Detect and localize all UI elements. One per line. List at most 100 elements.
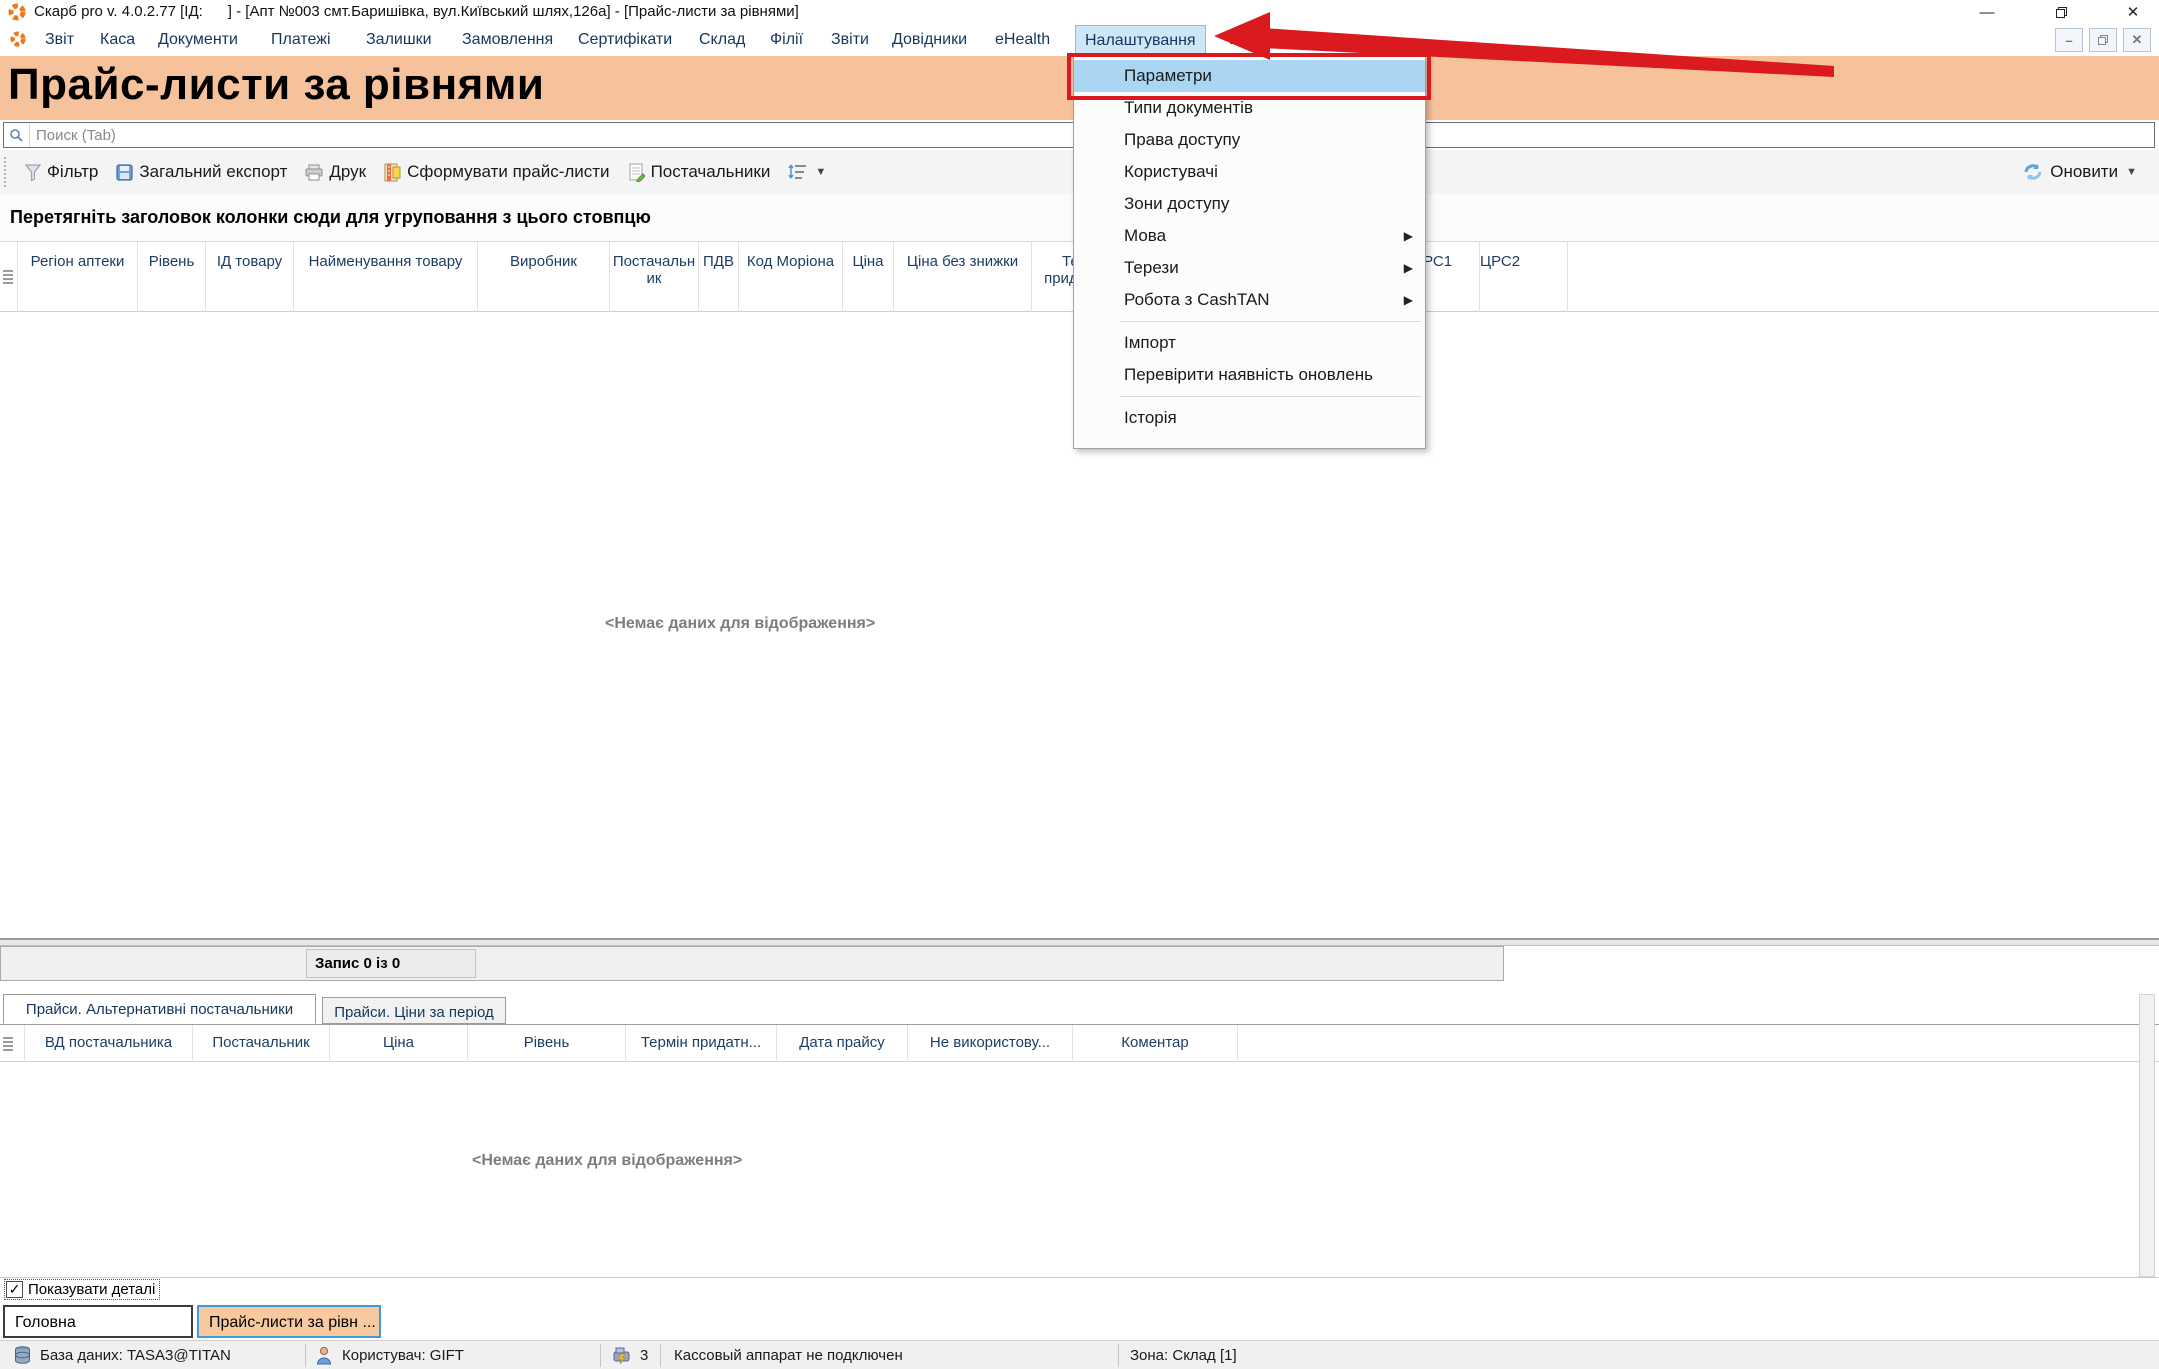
row-selector-header[interactable] <box>0 242 18 312</box>
menu-separator <box>1120 321 1421 322</box>
detail-column-tsina[interactable]: Ціна <box>330 1025 468 1063</box>
menu-zvity[interactable]: Звіти <box>831 24 869 56</box>
detail-row-selector-header[interactable] <box>0 1025 25 1063</box>
filter-button[interactable]: Фільтр <box>16 154 107 190</box>
minimize-button[interactable]: — <box>1972 0 2002 24</box>
generate-pricelists-button[interactable]: Сформувати прайс-листи <box>375 154 618 190</box>
menu-nalashtuvannia[interactable]: Налаштування <box>1075 25 1206 57</box>
menu-item-typy-dokumentiv[interactable]: Типи документів <box>1074 92 1425 124</box>
column-header-moriona[interactable]: Код Моріона <box>739 242 843 312</box>
detail-column-vd[interactable]: ВД постачальника <box>25 1025 193 1063</box>
close-button[interactable]: ✕ <box>2118 0 2148 24</box>
column-header-riven[interactable]: Рівень <box>138 242 206 312</box>
zone-status: Зона: Склад [1] <box>1130 1341 1237 1369</box>
export-button[interactable]: Загальний експорт <box>107 154 296 190</box>
column-header-tsrs2[interactable]: ЦРС2 <box>1480 242 1568 312</box>
detail-grid-selector-icon <box>3 1037 13 1051</box>
menu-item-check-updates[interactable]: Перевірити наявність оновлень <box>1074 359 1425 391</box>
menu-item-import[interactable]: Імпорт <box>1074 327 1425 359</box>
submenu-arrow-icon: ▶ <box>1404 252 1413 284</box>
column-header-vyrobnyk[interactable]: Виробник <box>478 242 610 312</box>
column-header-region[interactable]: Регіон аптеки <box>18 242 138 312</box>
menu-bar: Звіт Каса Документи Платежі Залишки Замо… <box>0 24 2159 56</box>
group-by-hint: Перетягніть заголовок колонки сюди для у… <box>0 207 651 228</box>
column-header-id[interactable]: ІД товару <box>206 242 294 312</box>
export-label: Загальний експорт <box>139 162 287 182</box>
menu-item-label: Терези <box>1124 258 1179 277</box>
menu-item-terezy[interactable]: Терези ▶ <box>1074 252 1425 284</box>
menu-kasa[interactable]: Каса <box>100 24 135 56</box>
statusbar-separator <box>305 1344 306 1367</box>
menu-sklad[interactable]: Склад <box>699 24 745 56</box>
menu-zalyshky[interactable]: Залишки <box>366 24 432 56</box>
window-tab-pricelists[interactable]: Прайс-листи за рівн ... <box>197 1305 381 1338</box>
refresh-button[interactable]: Оновити ▼ <box>2022 150 2137 194</box>
menu-vikna[interactable]: Вікна <box>1229 24 1268 56</box>
menu-sertyfikaty[interactable]: Сертифікати <box>578 24 672 56</box>
suppliers-button[interactable]: Постачальники <box>619 154 780 190</box>
refresh-icon <box>2022 162 2044 182</box>
page-title: Прайс-листи за рівнями <box>8 60 544 110</box>
checkbox-checked-icon: ✓ <box>6 1281 23 1298</box>
menu-item-korystuvachi[interactable]: Користувачі <box>1074 156 1425 188</box>
show-details-label: Показувати деталі <box>28 1281 155 1298</box>
database-status: База даних: TASA3@TITAN <box>40 1341 231 1369</box>
menu-item-parametry[interactable]: Параметри <box>1074 60 1425 92</box>
print-label: Друк <box>329 162 366 182</box>
database-icon <box>14 1346 31 1369</box>
menu-dovidnyky[interactable]: Довідники <box>892 24 967 56</box>
window-tab-home[interactable]: Головна <box>3 1305 193 1338</box>
column-header-name[interactable]: Найменування товару <box>294 242 478 312</box>
detail-column-data[interactable]: Дата прайсу <box>777 1025 908 1063</box>
menu-item-mova[interactable]: Мова▶ <box>1074 220 1425 252</box>
menu-item-prava-dostupu[interactable]: Права доступу <box>1074 124 1425 156</box>
menu-filii[interactable]: Філії <box>770 24 803 56</box>
menu-dokumenty[interactable]: Документи <box>158 24 238 56</box>
user-icon <box>316 1346 332 1369</box>
column-header-tsina[interactable]: Ціна <box>843 242 894 312</box>
column-header-tsina-bez[interactable]: Ціна без знижки <box>894 242 1032 312</box>
submenu-arrow-icon: ▶ <box>1404 220 1413 252</box>
grid-empty-message: <Немає даних для відображення> <box>605 615 875 633</box>
column-header-pdv[interactable]: ПДВ <box>699 242 739 312</box>
menu-separator <box>1120 396 1421 397</box>
menu-zamovlennia[interactable]: Замовлення <box>462 24 553 56</box>
list-options-button[interactable]: ▼ <box>779 154 835 190</box>
user-status: Користувач: GIFT <box>342 1341 464 1369</box>
cash-register-status: Кассовый аппарат не подключен <box>674 1341 903 1369</box>
detail-column-postachalnyk[interactable]: Постачальник <box>193 1025 330 1063</box>
statusbar-separator <box>600 1344 601 1367</box>
menu-item-cashtan[interactable]: Робота з CashTAN▶ <box>1074 284 1425 316</box>
grid-selector-icon <box>3 270 13 284</box>
horizontal-splitter[interactable] <box>0 938 2159 946</box>
detail-column-ne-vykor[interactable]: Не використову... <box>908 1025 1073 1063</box>
mdi-close-button[interactable]: ✕ <box>2123 28 2151 52</box>
detail-grid-header: ВД постачальника Постачальник Ціна Рівен… <box>0 1024 2159 1062</box>
detail-column-termin[interactable]: Термін придатн... <box>626 1025 777 1063</box>
generate-pricelists-label: Сформувати прайс-листи <box>407 162 609 182</box>
detail-column-riven[interactable]: Рівень <box>468 1025 626 1063</box>
record-count-bar: Запис 0 із 0 <box>0 946 1504 981</box>
floppy-icon <box>116 164 133 181</box>
app-window: Скарб pro v. 4.0.2.77 [ІД: ] - [Апт №003… <box>0 0 2159 1369</box>
menu-zvit[interactable]: Звіт <box>45 24 74 56</box>
detail-grid-body[interactable]: <Немає даних для відображення> <box>0 1062 2159 1278</box>
show-details-checkbox[interactable]: ✓ Показувати деталі <box>5 1280 159 1299</box>
detail-scrollbar[interactable] <box>2139 994 2155 1277</box>
detail-column-komentar[interactable]: Коментар <box>1073 1025 1238 1063</box>
tab-prices-period[interactable]: Прайси. Ціни за період <box>322 997 506 1024</box>
restore-button[interactable] <box>2046 0 2076 24</box>
mdi-minimize-button[interactable]: – <box>2055 28 2083 52</box>
menu-item-istoriia[interactable]: Історія <box>1074 402 1425 434</box>
toolbar-grip[interactable] <box>4 157 10 187</box>
detail-tabs: Прайси. Альтернативні постачальники Прай… <box>0 994 2159 1024</box>
tab-alternative-suppliers[interactable]: Прайси. Альтернативні постачальники <box>3 994 316 1024</box>
menu-dovidka[interactable]: Довідка <box>1293 24 1351 56</box>
column-header-postachalnyk[interactable]: Постачальник <box>610 242 699 312</box>
menu-platezhi[interactable]: Платежі <box>271 24 331 56</box>
menu-ehealth[interactable]: eHealth <box>995 24 1050 56</box>
menubar-logo-icon <box>10 31 26 47</box>
mdi-restore-button[interactable] <box>2089 28 2117 52</box>
print-button[interactable]: Друк <box>296 154 375 190</box>
menu-item-zony-dostupu[interactable]: Зони доступу <box>1074 188 1425 220</box>
